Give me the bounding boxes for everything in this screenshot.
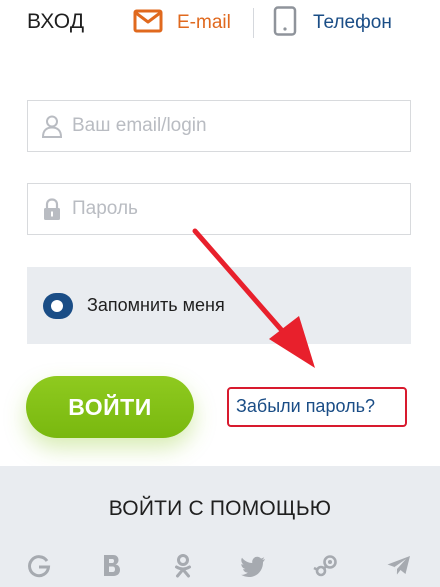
- toggle-knob: [51, 299, 63, 312]
- google-icon[interactable]: [26, 553, 52, 579]
- steam-icon[interactable]: [313, 553, 339, 579]
- forgot-password-link[interactable]: Забыли пароль?: [236, 396, 375, 417]
- page-title: ВХОД: [27, 10, 85, 33]
- vk-icon[interactable]: [99, 553, 125, 579]
- odnoklassniki-icon[interactable]: [170, 553, 196, 579]
- twitter-icon[interactable]: [241, 553, 267, 579]
- social-login-title: ВОЙТИ С ПОМОЩЬЮ: [108, 497, 332, 520]
- remember-me-label[interactable]: Запомнить меня: [87, 295, 225, 316]
- social-login-panel: [0, 466, 440, 587]
- remember-me-toggle[interactable]: [43, 292, 73, 319]
- tab-phone-label: Телефон: [313, 12, 392, 33]
- tab-divider: [253, 8, 254, 38]
- user-icon: [40, 114, 64, 138]
- email-input[interactable]: [72, 115, 392, 137]
- telegram-icon[interactable]: [386, 553, 412, 579]
- password-input[interactable]: [72, 198, 392, 220]
- remember-me-panel: Запомнить меня: [27, 267, 411, 344]
- login-header: ВХОД E-mail Телефон: [0, 0, 440, 46]
- email-field[interactable]: [27, 100, 411, 152]
- lock-icon: [40, 197, 64, 221]
- tab-email-label: E-mail: [177, 12, 231, 33]
- envelope-icon: [133, 9, 163, 38]
- tab-phone[interactable]: Телефон: [273, 5, 392, 41]
- login-button[interactable]: ВОЙТИ: [26, 376, 194, 438]
- tab-email[interactable]: E-mail: [133, 8, 231, 38]
- password-field[interactable]: [27, 183, 411, 235]
- phone-icon: [273, 5, 297, 41]
